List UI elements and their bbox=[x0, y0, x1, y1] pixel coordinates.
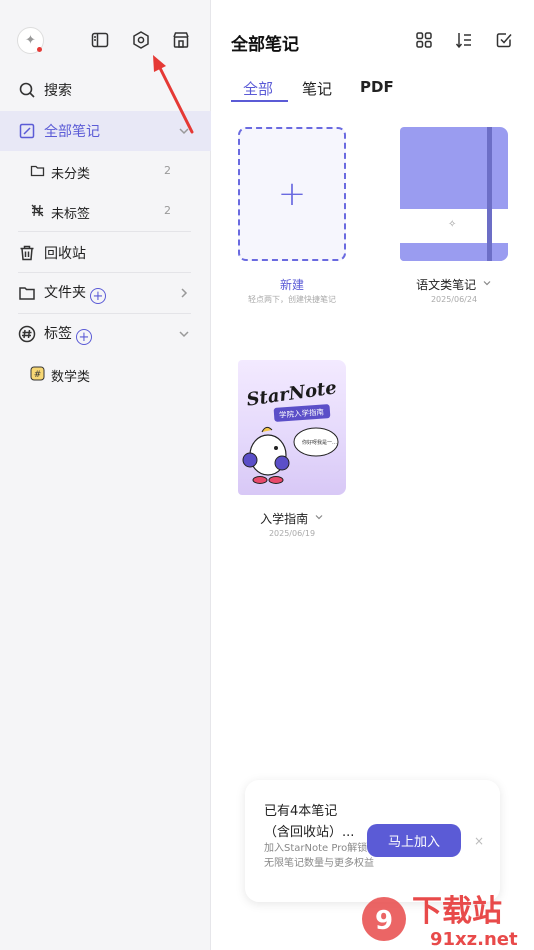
divider bbox=[18, 231, 191, 232]
tab-all[interactable]: 全部 bbox=[243, 78, 273, 99]
chevron-down-icon[interactable] bbox=[177, 327, 191, 341]
close-icon[interactable]: × bbox=[474, 834, 484, 848]
svg-text:#: # bbox=[34, 370, 42, 380]
annotation-arrow bbox=[153, 55, 194, 134]
upgrade-promo-card: 已有4本笔记 （含回收站）... 加入StarNote Pro解锁无限笔记数量与… bbox=[245, 780, 500, 902]
cover-strap bbox=[487, 127, 492, 261]
sidebar: ✦ 搜索 全部笔记 未分类 2 未标签 2 回收站 文件夹 + 标签 + # 数… bbox=[0, 0, 211, 950]
notebook-title-text: 入学指南 bbox=[260, 512, 309, 526]
sidebar-item-trash[interactable]: 回收站 bbox=[0, 233, 211, 273]
trash-icon bbox=[18, 244, 36, 262]
tab-pdf[interactable]: PDF bbox=[360, 78, 394, 96]
notification-dot bbox=[37, 47, 42, 52]
tab-notes[interactable]: 笔记 bbox=[302, 78, 332, 99]
plus-icon: + bbox=[277, 174, 307, 214]
guide-cover-art: StarNote 学院入学指南 你好呀我是一… bbox=[242, 377, 339, 484]
tag-label: 数学类 bbox=[51, 370, 91, 385]
add-folder-icon[interactable]: + bbox=[90, 288, 106, 305]
sidebar-item-untagged[interactable]: 未标签 2 bbox=[0, 191, 211, 231]
select-icon[interactable] bbox=[495, 31, 513, 49]
watermark-url: 91xz.net bbox=[430, 929, 518, 950]
new-note-hint: 轻点两下，创建快捷笔记 bbox=[248, 295, 336, 304]
join-now-button[interactable]: 马上加入 bbox=[367, 824, 461, 857]
notebook-title-text: 语文类笔记 bbox=[416, 278, 477, 292]
promo-subheading: （含回收站）... bbox=[264, 825, 355, 840]
sidebar-item-label: 回收站 bbox=[44, 246, 86, 262]
notebook-date: 2025/06/19 bbox=[268, 529, 316, 538]
sidebar-item-label: 标签 + bbox=[44, 323, 92, 346]
notebook-title[interactable]: 入学指南 bbox=[230, 510, 354, 527]
chevron-down-icon[interactable] bbox=[314, 512, 324, 522]
sidebar-item-folders[interactable]: 文件夹 + bbox=[0, 273, 211, 313]
svg-text:9: 9 bbox=[375, 906, 393, 936]
sidebar-item-label: 搜索 bbox=[44, 83, 72, 99]
tag-off-icon bbox=[30, 203, 45, 218]
tag-icon: # bbox=[30, 366, 45, 381]
new-note-card[interactable]: + bbox=[238, 127, 346, 261]
sidebar-item-label: 全部笔记 bbox=[44, 124, 100, 140]
folders-text: 文件夹 bbox=[44, 284, 86, 301]
promo-heading: 已有4本笔记 bbox=[264, 804, 338, 819]
hash-icon bbox=[18, 325, 36, 343]
watermark-text: 下载站 bbox=[412, 894, 502, 929]
item-count: 2 bbox=[164, 164, 171, 177]
promo-description: 加入StarNote Pro解锁无限笔记数量与更多权益 bbox=[264, 843, 374, 869]
new-note-label: 新建 bbox=[279, 278, 304, 292]
tab-underline bbox=[231, 100, 288, 102]
grid-view-icon[interactable] bbox=[415, 31, 433, 49]
notebook-cover[interactable]: ✧ bbox=[400, 127, 508, 261]
avatar[interactable]: ✦ bbox=[17, 27, 44, 54]
search-icon bbox=[18, 81, 36, 99]
page-title: 全部笔记 bbox=[231, 35, 299, 55]
item-count: 2 bbox=[164, 204, 171, 217]
site-watermark-logo: 9 下载站 91xz.net bbox=[362, 894, 518, 950]
sidebar-item-label: 未分类 bbox=[51, 167, 91, 182]
notebook-date: 2025/06/24 bbox=[430, 295, 478, 304]
tags-text: 标签 bbox=[44, 325, 72, 342]
sidebar-item-label: 文件夹 + bbox=[44, 282, 106, 305]
settings-icon[interactable] bbox=[131, 30, 151, 50]
add-tag-icon[interactable]: + bbox=[76, 329, 92, 346]
folder-icon bbox=[30, 163, 45, 178]
notebook-icon bbox=[18, 122, 36, 140]
sidebar-item-tags[interactable]: 标签 + bbox=[0, 314, 211, 354]
notebook-title[interactable]: 语文类笔记 bbox=[392, 276, 516, 293]
sidebar-item-uncategorized[interactable]: 未分类 2 bbox=[0, 151, 211, 191]
sidebar-toggle-icon[interactable] bbox=[90, 30, 110, 50]
chevron-down-icon[interactable] bbox=[482, 278, 492, 288]
sidebar-item-label: 未标签 bbox=[51, 207, 91, 222]
chevron-right-icon[interactable] bbox=[177, 286, 191, 300]
sort-icon[interactable] bbox=[455, 31, 473, 49]
sparkle-icon: ✦ bbox=[25, 33, 36, 48]
guide-notebook-cover[interactable]: StarNote 学院入学指南 你好呀我是一… bbox=[238, 360, 346, 495]
cover-bubble-text: 你好呀我是一… bbox=[302, 439, 337, 446]
folder-icon bbox=[18, 284, 36, 302]
store-icon[interactable] bbox=[171, 30, 191, 50]
sparkle-icon: ✧ bbox=[448, 219, 457, 230]
tag-item[interactable]: # 数学类 bbox=[0, 354, 211, 394]
